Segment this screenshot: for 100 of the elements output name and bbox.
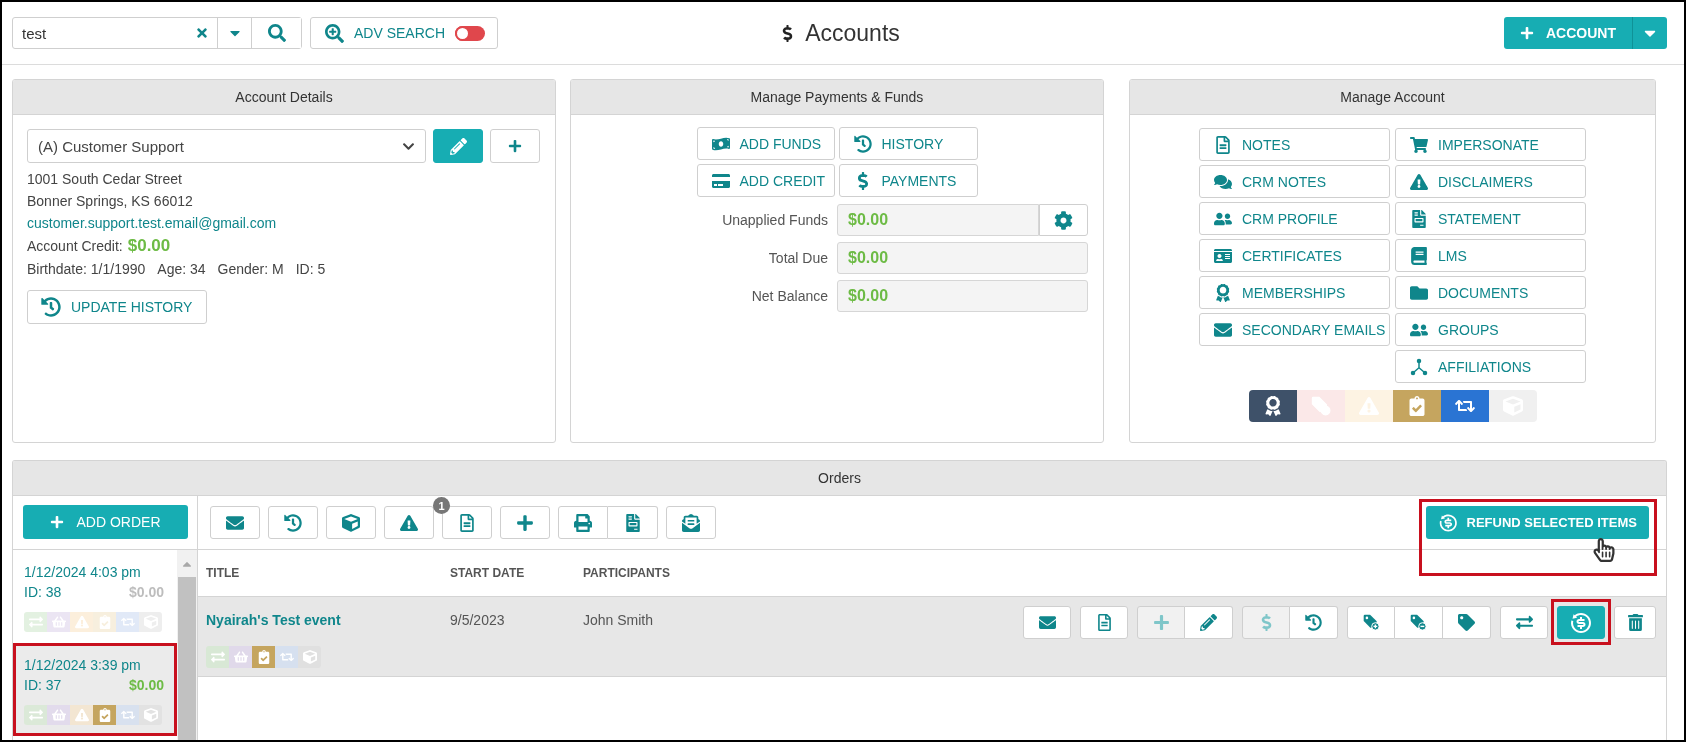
cart-icon <box>1410 135 1428 154</box>
add-order-button[interactable]: ADD ORDER <box>23 505 188 539</box>
email-link[interactable]: customer.support.test.email@gmail.com <box>27 212 277 234</box>
trash-icon <box>1626 614 1644 631</box>
payments-button[interactable]: PAYMENTS <box>838 164 978 197</box>
remove-tag-button[interactable] <box>1395 606 1443 639</box>
notes-button[interactable]: NOTES <box>1199 128 1390 161</box>
crm-profile-button[interactable]: CRM PROFILE <box>1199 202 1390 235</box>
transfer-button[interactable] <box>1500 606 1548 639</box>
history-button[interactable]: HISTORY <box>838 127 978 160</box>
panel-header: Manage Account <box>1130 80 1655 115</box>
history-icon <box>1305 614 1322 631</box>
printer-icon <box>574 513 592 532</box>
crm-notes-button[interactable]: CRM NOTES <box>1199 165 1390 198</box>
tag-plus-icon <box>1362 614 1380 631</box>
panel-header: Account Details <box>13 80 555 115</box>
warning-icon <box>400 513 418 532</box>
scrollbar[interactable] <box>177 550 197 740</box>
plus-icon <box>508 139 522 153</box>
add-button[interactable] <box>490 129 540 163</box>
settings-icon <box>1054 210 1073 230</box>
email-button[interactable] <box>1023 606 1071 639</box>
panel-header: Manage Payments & Funds <box>571 80 1103 115</box>
memberships-button[interactable]: MEMBERSHIPS <box>1199 276 1390 309</box>
impersonate-button[interactable]: IMPERSONATE <box>1395 128 1586 161</box>
notes-button[interactable] <box>1080 606 1128 639</box>
delete-button[interactable] <box>1614 606 1656 639</box>
network-icon <box>1410 357 1428 376</box>
statement-button[interactable]: STATEMENT <box>1395 202 1586 235</box>
note-icon <box>1214 135 1232 154</box>
warning-button[interactable] <box>384 506 434 539</box>
note-icon <box>1095 614 1113 631</box>
update-history-button[interactable]: UPDATE HISTORY <box>27 290 208 324</box>
scrollbar-thumb[interactable] <box>178 577 196 740</box>
detail-text: Birthdate: 1/1/1990 <box>27 260 146 279</box>
cube-icon <box>342 513 360 532</box>
search-field[interactable]: test <box>13 18 187 48</box>
document-icon <box>623 513 642 532</box>
detail-text: Gender: M <box>217 260 284 279</box>
address-line: 1001 South Cedar Street <box>27 170 182 189</box>
toggle-switch[interactable] <box>455 25 486 41</box>
affiliations-button[interactable]: AFFILIATIONS <box>1395 350 1586 383</box>
history-icon <box>284 513 302 532</box>
add-tag-button[interactable] <box>1347 606 1395 639</box>
amount-field: $0.00 <box>837 204 1039 236</box>
order-list-item[interactable]: 1/12/2024 3:39 pm ID: 37 $0.00 <box>16 646 174 733</box>
search-button[interactable] <box>251 18 301 48</box>
panel-header: Orders <box>13 461 1666 496</box>
document-icon <box>1410 209 1428 228</box>
settings-button[interactable] <box>1039 204 1088 236</box>
field-label: Unapplied Funds <box>721 212 828 228</box>
address-line: Bonner Springs, KS 66012 <box>27 192 193 211</box>
order-amount: $0.00 <box>128 583 164 602</box>
order-id: ID: 38 <box>24 583 62 602</box>
detail-text: ID: 5 <box>295 260 326 279</box>
detail-text: Age: 34 <box>157 260 206 279</box>
column-header: START DATE <box>450 566 526 580</box>
disclaimers-button[interactable]: DISCLAIMERS <box>1395 165 1586 198</box>
search-bar[interactable]: test <box>12 17 302 49</box>
add-funds-button[interactable]: ADD FUNDS <box>696 127 835 160</box>
start-date: 9/5/2023 <box>450 611 506 630</box>
account-menu-button[interactable] <box>1632 17 1667 49</box>
book-icon <box>1410 246 1428 265</box>
order-date: 1/12/2024 3:39 pm <box>24 656 141 675</box>
secondary-emails-button[interactable]: SECONDARY EMAILS <box>1199 313 1390 346</box>
tag-button[interactable] <box>1443 606 1491 639</box>
credit-label: Account Credit: <box>27 237 123 256</box>
ribbon-icon <box>1214 283 1232 302</box>
history-icon <box>853 134 872 153</box>
print-button[interactable] <box>558 506 608 539</box>
email-button[interactable] <box>210 506 260 539</box>
plus-icon <box>50 515 65 529</box>
column-header: PARTICIPANTS <box>583 566 671 580</box>
send-button[interactable] <box>666 506 716 539</box>
add-account-button[interactable]: ACCOUNT <box>1504 17 1632 49</box>
column-header: TITLE <box>206 566 241 580</box>
plus-icon <box>516 513 534 532</box>
documents-button[interactable]: DOCUMENTS <box>1395 276 1586 309</box>
folder-icon <box>1410 283 1428 302</box>
open-envelope-icon <box>682 513 700 532</box>
refund-button[interactable] <box>1557 606 1605 639</box>
envelope-icon <box>1038 614 1056 631</box>
lms-button[interactable]: LMS <box>1395 239 1586 272</box>
account-select[interactable]: (A) Customer Support <box>27 129 426 163</box>
adv-search-button[interactable]: ADV SEARCH <box>310 17 499 49</box>
history-button[interactable] <box>268 506 318 539</box>
order-date: 1/12/2024 4:03 pm <box>24 563 141 582</box>
pencil-icon <box>1200 614 1217 631</box>
certificates-button[interactable]: CERTIFICATES <box>1199 239 1390 272</box>
envelope-icon <box>226 513 244 532</box>
add-credit-button[interactable]: ADD CREDIT <box>696 164 835 197</box>
groups-button[interactable]: GROUPS <box>1395 313 1586 346</box>
history-button[interactable] <box>1290 606 1338 639</box>
event-title-link[interactable]: Nyairah's Test event <box>206 610 341 630</box>
add-button[interactable] <box>500 506 550 539</box>
refund-selected-button[interactable]: REFUND SELECTED ITEMS <box>1426 506 1649 539</box>
edit-button[interactable] <box>433 129 483 163</box>
box-button[interactable] <box>326 506 376 539</box>
edit-button[interactable] <box>1185 606 1233 639</box>
statement-button[interactable] <box>608 506 658 539</box>
